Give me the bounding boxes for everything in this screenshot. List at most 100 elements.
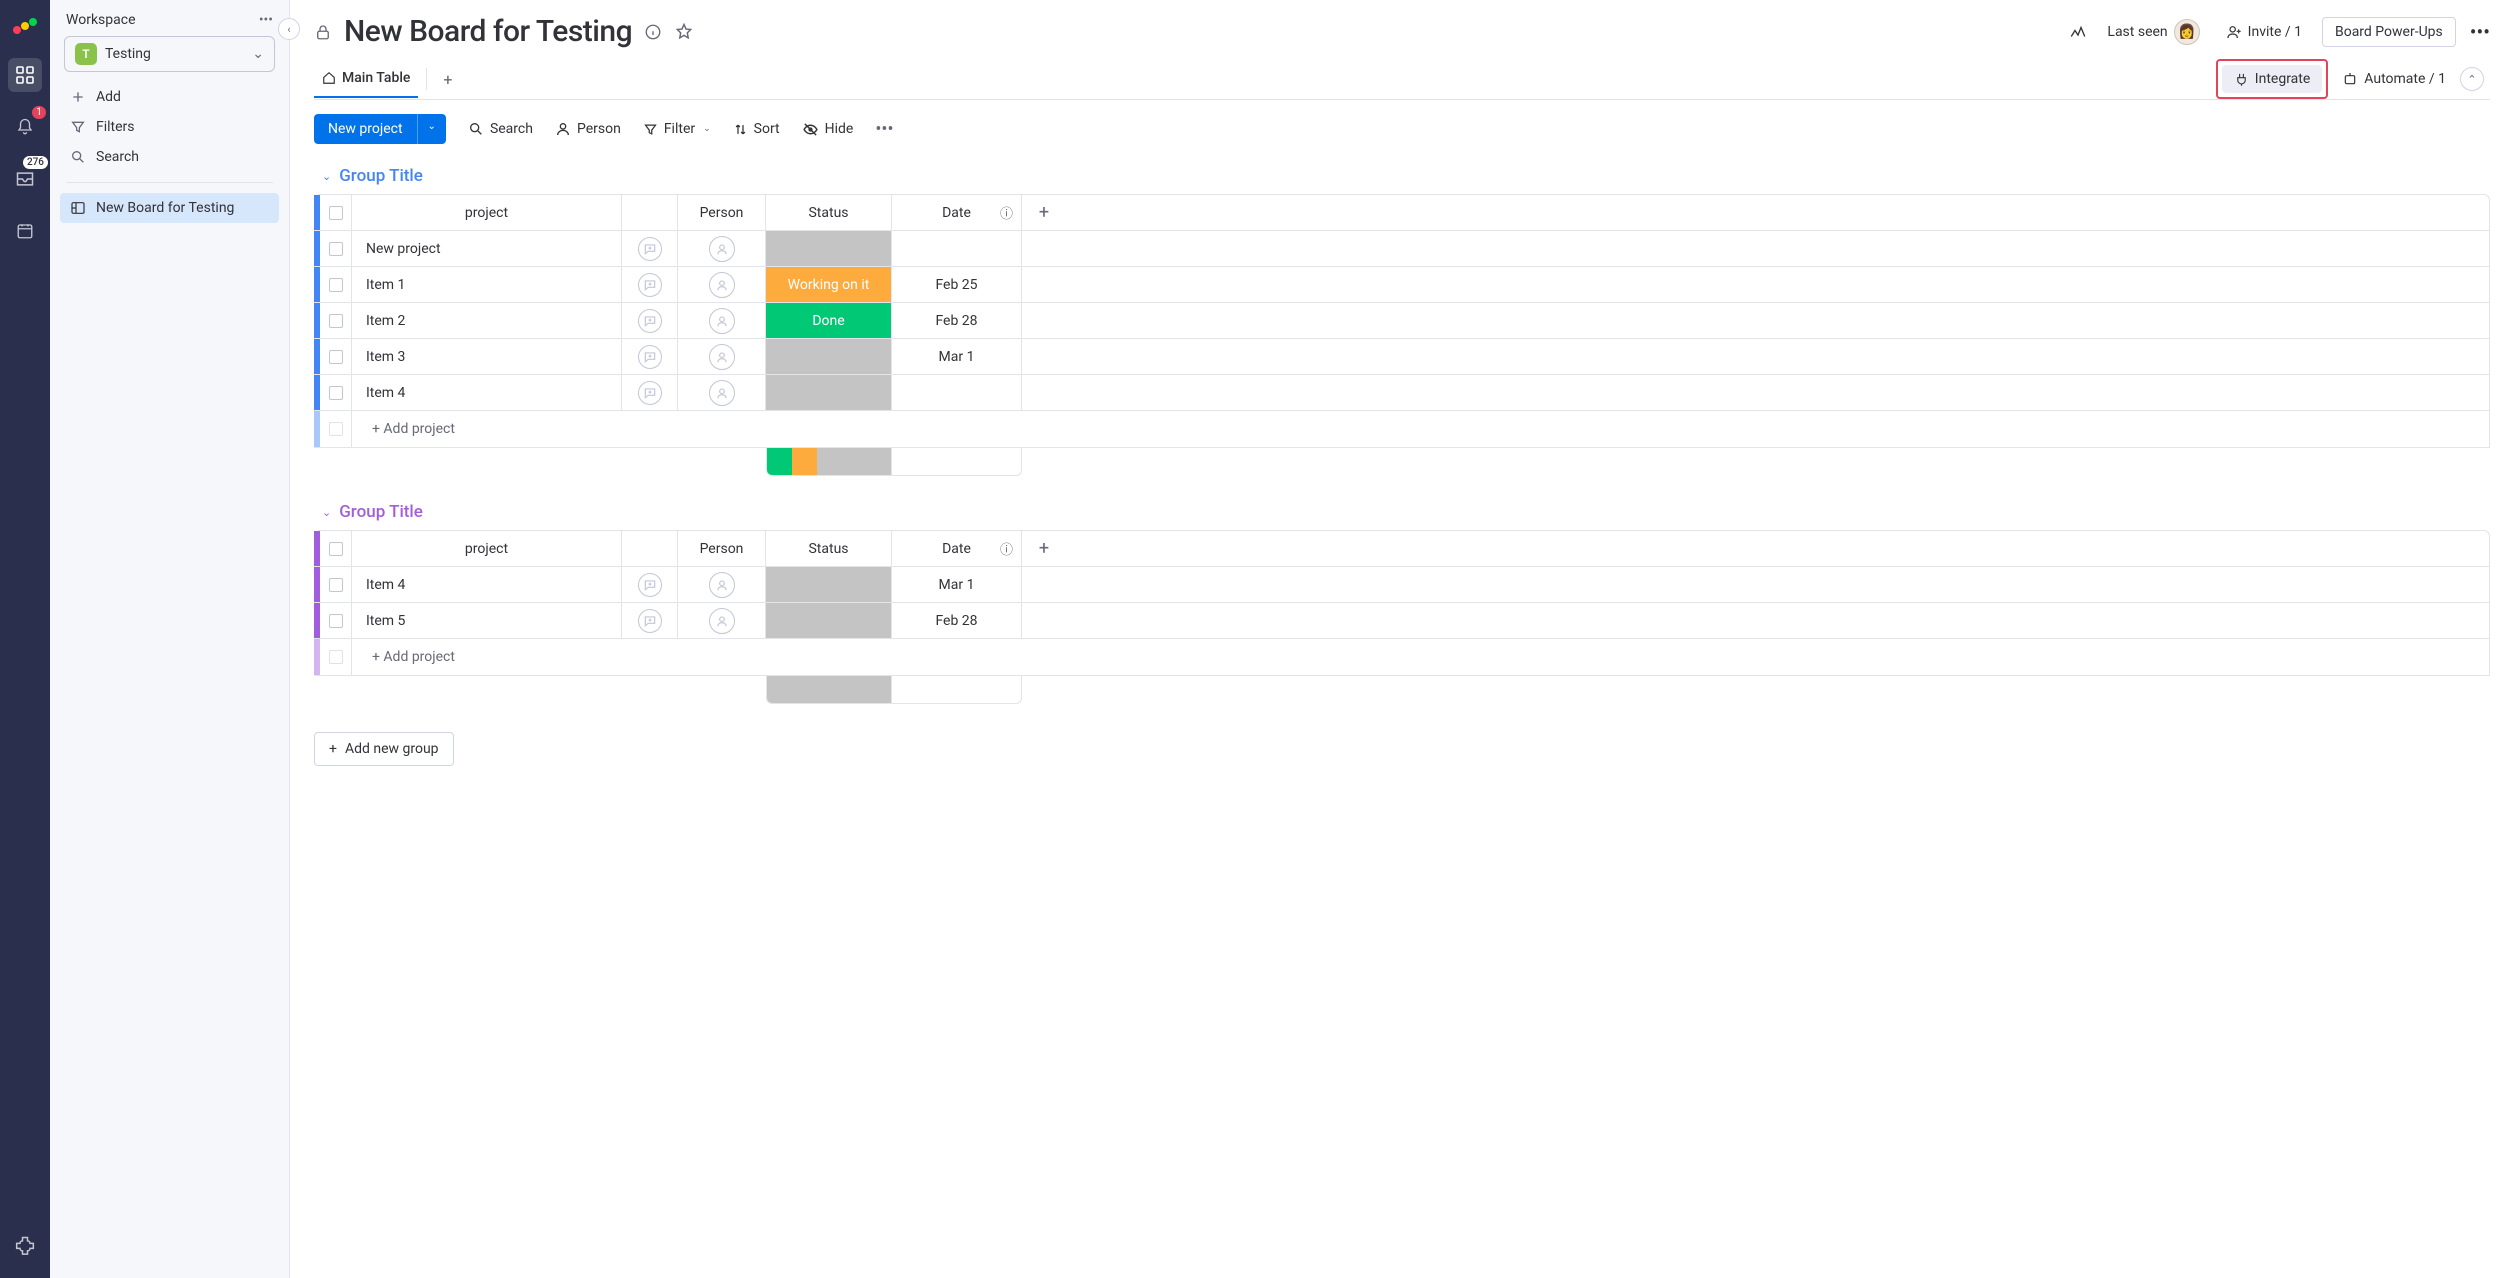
assign-person-icon[interactable] (709, 236, 735, 262)
item-name-cell[interactable]: Item 2 (352, 303, 622, 338)
apps-icon[interactable] (8, 1228, 42, 1262)
column-person-header[interactable]: Person (678, 195, 766, 230)
row-checkbox[interactable] (329, 614, 343, 628)
table-row[interactable]: New project (314, 231, 2489, 267)
powerups-button[interactable]: Board Power-Ups (2322, 17, 2456, 47)
column-date-header[interactable]: Dateⓘ (892, 531, 1022, 566)
conversation-icon[interactable] (638, 273, 662, 297)
row-checkbox[interactable] (329, 578, 343, 592)
status-cell[interactable]: Working on it (766, 267, 892, 302)
conversation-icon[interactable] (638, 573, 662, 597)
select-all-checkbox[interactable] (329, 206, 343, 220)
row-checkbox[interactable] (329, 386, 343, 400)
table-row[interactable]: Item 1 Working on it Feb 25 (314, 267, 2489, 303)
group-collapse-icon[interactable]: ⌄ (322, 170, 331, 183)
add-column-button[interactable]: + (1022, 195, 1066, 230)
status-cell[interactable] (766, 339, 892, 374)
collapse-sidebar-button[interactable]: ‹ (278, 18, 300, 40)
integrate-button[interactable]: Integrate (2222, 65, 2323, 93)
row-checkbox[interactable] (329, 278, 343, 292)
workspaces-icon[interactable] (8, 58, 42, 92)
item-name-cell[interactable]: Item 3 (352, 339, 622, 374)
info-icon[interactable]: ⓘ (1000, 203, 1013, 222)
status-cell[interactable] (766, 603, 892, 638)
conversation-icon[interactable] (638, 345, 662, 369)
board-title[interactable]: New Board for Testing (344, 14, 632, 49)
tab-main-table[interactable]: Main Table (314, 60, 418, 98)
notifications-icon[interactable]: 1 (8, 110, 42, 144)
group-title[interactable]: Group Title (339, 166, 423, 186)
date-cell[interactable]: Feb 25 (892, 267, 1022, 302)
date-cell[interactable] (892, 231, 1022, 266)
column-status-header[interactable]: Status (766, 531, 892, 566)
automate-button[interactable]: Automate / 1 (2338, 65, 2450, 93)
conversation-icon[interactable] (638, 309, 662, 333)
table-row[interactable]: Item 5 Feb 28 (314, 603, 2489, 639)
date-cell[interactable]: Feb 28 (892, 303, 1022, 338)
conversation-icon[interactable] (638, 609, 662, 633)
sidebar-search[interactable]: Search (60, 142, 279, 172)
toolbar-filter[interactable]: Filter ⌄ (643, 121, 711, 137)
row-checkbox[interactable] (329, 242, 343, 256)
column-date-header[interactable]: Dateⓘ (892, 195, 1022, 230)
status-cell[interactable] (766, 375, 892, 410)
assign-person-icon[interactable] (709, 608, 735, 634)
add-item-input[interactable]: + Add project (352, 411, 2489, 447)
group-title[interactable]: Group Title (339, 502, 423, 522)
status-cell[interactable] (766, 231, 892, 266)
row-checkbox[interactable] (329, 314, 343, 328)
invite-button[interactable]: Invite / 1 (2220, 20, 2308, 44)
sidebar-add[interactable]: Add (60, 82, 279, 112)
toolbar-person[interactable]: Person (555, 121, 621, 137)
my-work-icon[interactable] (8, 214, 42, 248)
conversation-icon[interactable] (638, 237, 662, 261)
select-all-checkbox[interactable] (329, 542, 343, 556)
table-row[interactable]: Item 4 Mar 1 (314, 567, 2489, 603)
info-icon[interactable]: ⓘ (1000, 539, 1013, 558)
assign-person-icon[interactable] (709, 572, 735, 598)
info-icon[interactable] (644, 23, 662, 41)
date-cell[interactable]: Mar 1 (892, 339, 1022, 374)
column-person-header[interactable]: Person (678, 531, 766, 566)
item-name-cell[interactable]: Item 5 (352, 603, 622, 638)
collapse-header-button[interactable]: ⌃ (2460, 67, 2484, 91)
column-project-header[interactable]: project (352, 195, 622, 230)
item-name-cell[interactable]: New project (352, 231, 622, 266)
table-row[interactable]: Item 4 (314, 375, 2489, 411)
assign-person-icon[interactable] (709, 344, 735, 370)
item-name-cell[interactable]: Item 1 (352, 267, 622, 302)
sidebar-board-item[interactable]: New Board for Testing (60, 193, 279, 223)
star-icon[interactable] (674, 22, 694, 42)
toolbar-search[interactable]: Search (468, 121, 533, 137)
column-status-header[interactable]: Status (766, 195, 892, 230)
row-checkbox[interactable] (329, 350, 343, 364)
assign-person-icon[interactable] (709, 380, 735, 406)
date-cell[interactable] (892, 375, 1022, 410)
inbox-icon[interactable]: 276 (8, 162, 42, 196)
table-row[interactable]: Item 2 Done Feb 28 (314, 303, 2489, 339)
add-group-button[interactable]: + Add new group (314, 732, 454, 766)
activity-icon[interactable] (2069, 23, 2087, 41)
sidebar-filters[interactable]: Filters (60, 112, 279, 142)
date-cell[interactable]: Feb 28 (892, 603, 1022, 638)
item-name-cell[interactable]: Item 4 (352, 375, 622, 410)
group-collapse-icon[interactable]: ⌄ (322, 506, 331, 519)
add-column-button[interactable]: + (1022, 531, 1066, 566)
assign-person-icon[interactable] (709, 308, 735, 334)
new-project-button[interactable]: New project ⌄ (314, 114, 446, 144)
assign-person-icon[interactable] (709, 272, 735, 298)
column-project-header[interactable]: project (352, 531, 622, 566)
conversation-icon[interactable] (638, 381, 662, 405)
add-item-input[interactable]: + Add project (352, 639, 2489, 675)
toolbar-sort[interactable]: Sort (733, 121, 780, 137)
table-row[interactable]: Item 3 Mar 1 (314, 339, 2489, 375)
status-cell[interactable]: Done (766, 303, 892, 338)
monday-logo[interactable] (11, 12, 39, 40)
board-options-icon[interactable]: ••• (2470, 20, 2490, 44)
status-cell[interactable] (766, 567, 892, 602)
item-name-cell[interactable]: Item 4 (352, 567, 622, 602)
sidebar-menu-icon[interactable]: ••• (259, 12, 273, 28)
toolbar-more-icon[interactable]: ••• (875, 119, 893, 140)
add-view-button[interactable]: + (435, 60, 460, 99)
workspace-selector[interactable]: T Testing ⌄ (64, 36, 275, 72)
